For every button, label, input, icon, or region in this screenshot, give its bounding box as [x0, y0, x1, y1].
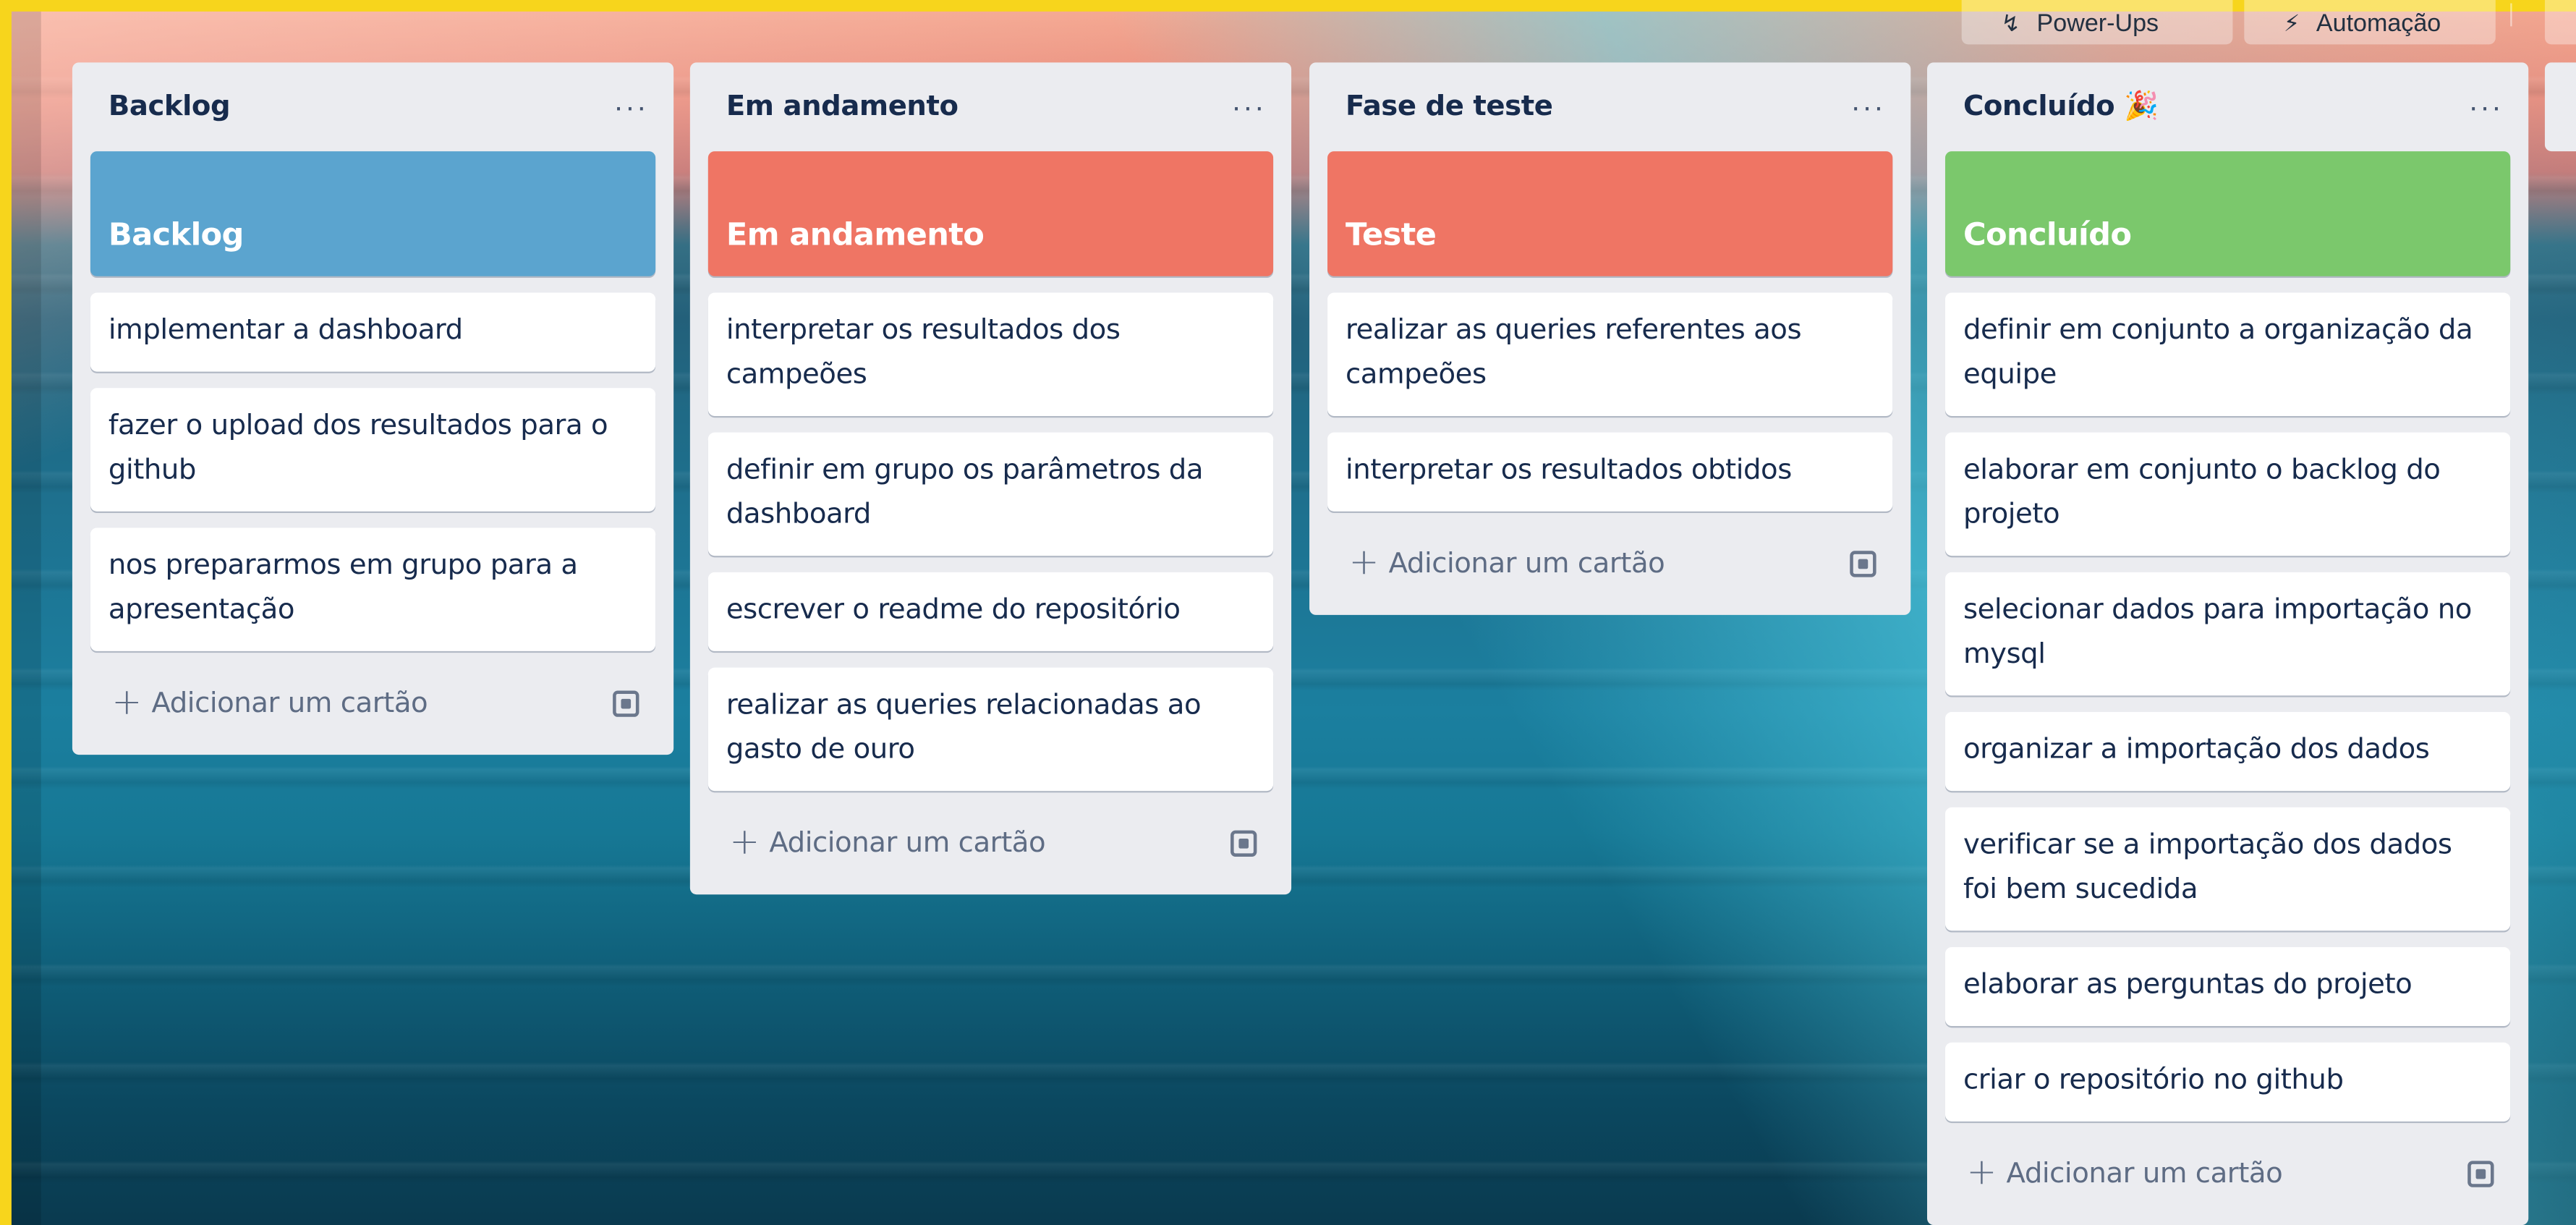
list-header[interactable]: Backlog ···	[90, 62, 655, 151]
list-concluido: Concluído 🎉 ··· Concluído definir em con…	[1927, 62, 2529, 1225]
plus-icon: +	[1966, 1151, 1997, 1193]
add-card-button[interactable]: + Adicionar um cartão	[729, 821, 1046, 862]
lightning-icon: ⚡	[2283, 9, 2300, 36]
card-template-icon[interactable]	[1850, 550, 1876, 577]
plus-icon: +	[111, 681, 142, 723]
list-menu-icon[interactable]: ···	[1843, 92, 1892, 122]
add-card-row: + Adicionar um cartão	[1945, 1138, 2510, 1209]
list-menu-icon[interactable]: ···	[2461, 92, 2510, 122]
powerups-button[interactable]: ↯ Power-Ups	[1961, 0, 2233, 45]
list-header[interactable]: Fase de teste ···	[1327, 62, 1892, 151]
card[interactable]: verificar se a importação dos dados foi …	[1944, 807, 2511, 931]
card[interactable]: realizar as queries referentes aos campe…	[1327, 292, 1893, 416]
window-frame-left	[0, 0, 12, 1225]
cover-card[interactable]: Backlog	[90, 151, 656, 276]
card[interactable]: selecionar dados para importação no mysq…	[1944, 572, 2511, 696]
add-card-button[interactable]: + Adicionar um cartão	[1966, 1151, 2283, 1193]
add-card-label: Adicionar um cartão	[2006, 1156, 2283, 1190]
add-card-button[interactable]: + Adicionar um cartão	[111, 684, 428, 721]
list-title[interactable]: Backlog	[109, 90, 231, 123]
automation-label: Automação	[2316, 9, 2441, 38]
card[interactable]: elaborar em conjunto o backlog do projet…	[1944, 432, 2511, 556]
list-title[interactable]: Fase de teste	[1346, 90, 1553, 123]
card[interactable]: implementar a dashboard	[90, 292, 656, 372]
card[interactable]: fazer o upload dos resultados para o git…	[90, 388, 656, 512]
cover-card-label: Concluído	[1963, 216, 2132, 253]
card[interactable]: criar o repositório no github	[1944, 1042, 2511, 1122]
list-fase-de-teste: Fase de teste ··· Teste realizar as quer…	[1309, 62, 1911, 615]
card-template-icon[interactable]	[1230, 829, 1257, 856]
list-backlog: Backlog ··· Backlog implementar a dashbo…	[72, 62, 674, 755]
add-card-label: Adicionar um cartão	[1388, 546, 1665, 580]
automation-button[interactable]: ⚡ Automação	[2244, 0, 2496, 45]
list-header[interactable]: Concluído 🎉 ···	[1945, 62, 2510, 151]
card[interactable]: organizar a importação dos dados	[1944, 711, 2511, 792]
card[interactable]: definir em grupo os parâmetros da dashbo…	[707, 432, 1274, 556]
toolbar-divider	[2510, 3, 2512, 27]
card[interactable]: nos prepararmos em grupo para a apresent…	[90, 527, 656, 651]
card[interactable]: elaborar as perguntas do projeto	[1944, 946, 2511, 1027]
cover-card[interactable]: Teste	[1327, 151, 1893, 276]
card[interactable]: interpretar os resultados dos campeões	[707, 292, 1274, 416]
powerups-label: Power-Ups	[2036, 9, 2159, 38]
add-card-button[interactable]: + Adicionar um cartão	[1348, 541, 1665, 583]
cover-card-label: Backlog	[108, 216, 245, 253]
cover-card-label: Teste	[1346, 216, 1437, 253]
card-template-icon[interactable]	[613, 690, 639, 716]
card[interactable]: escrever o readme do repositório	[707, 572, 1274, 651]
add-card-row: + Adicionar um cartão	[90, 668, 655, 739]
card-template-icon[interactable]	[2467, 1160, 2494, 1187]
plus-icon: +	[1348, 541, 1380, 583]
plus-icon: +	[729, 821, 760, 862]
list-header[interactable]: Em andamento ···	[708, 62, 1273, 151]
board-left-edge	[11, 11, 41, 1225]
list-menu-icon[interactable]: ···	[1224, 92, 1273, 122]
cover-card[interactable]: Em andamento	[707, 151, 1274, 276]
card[interactable]: definir em conjunto a organização da equ…	[1944, 292, 2511, 416]
list-em-andamento: Em andamento ··· Em andamento interpreta…	[689, 62, 1292, 895]
add-card-row: + Adicionar um cartão	[1327, 527, 1892, 598]
filter-button[interactable]	[2544, 0, 2576, 45]
add-card-label: Adicionar um cartão	[769, 826, 1046, 860]
card[interactable]: interpretar os resultados obtidos	[1327, 432, 1893, 512]
add-card-label: Adicionar um cartão	[151, 686, 428, 720]
next-list-edge[interactable]	[2544, 62, 2576, 152]
cover-card-label: Em andamento	[726, 216, 985, 253]
rocket-icon: ↯	[2001, 9, 2020, 36]
card[interactable]: realizar as queries relacionadas ao gast…	[707, 667, 1274, 792]
add-card-row: + Adicionar um cartão	[708, 808, 1273, 878]
list-menu-icon[interactable]: ···	[606, 92, 655, 122]
cover-card[interactable]: Concluído	[1944, 151, 2511, 276]
trello-board: ↯ Power-Ups ⚡ Automação Backlog ··· Back…	[0, 0, 2576, 1225]
list-title[interactable]: Em andamento	[726, 90, 958, 123]
list-title[interactable]: Concluído 🎉	[1963, 90, 2159, 123]
